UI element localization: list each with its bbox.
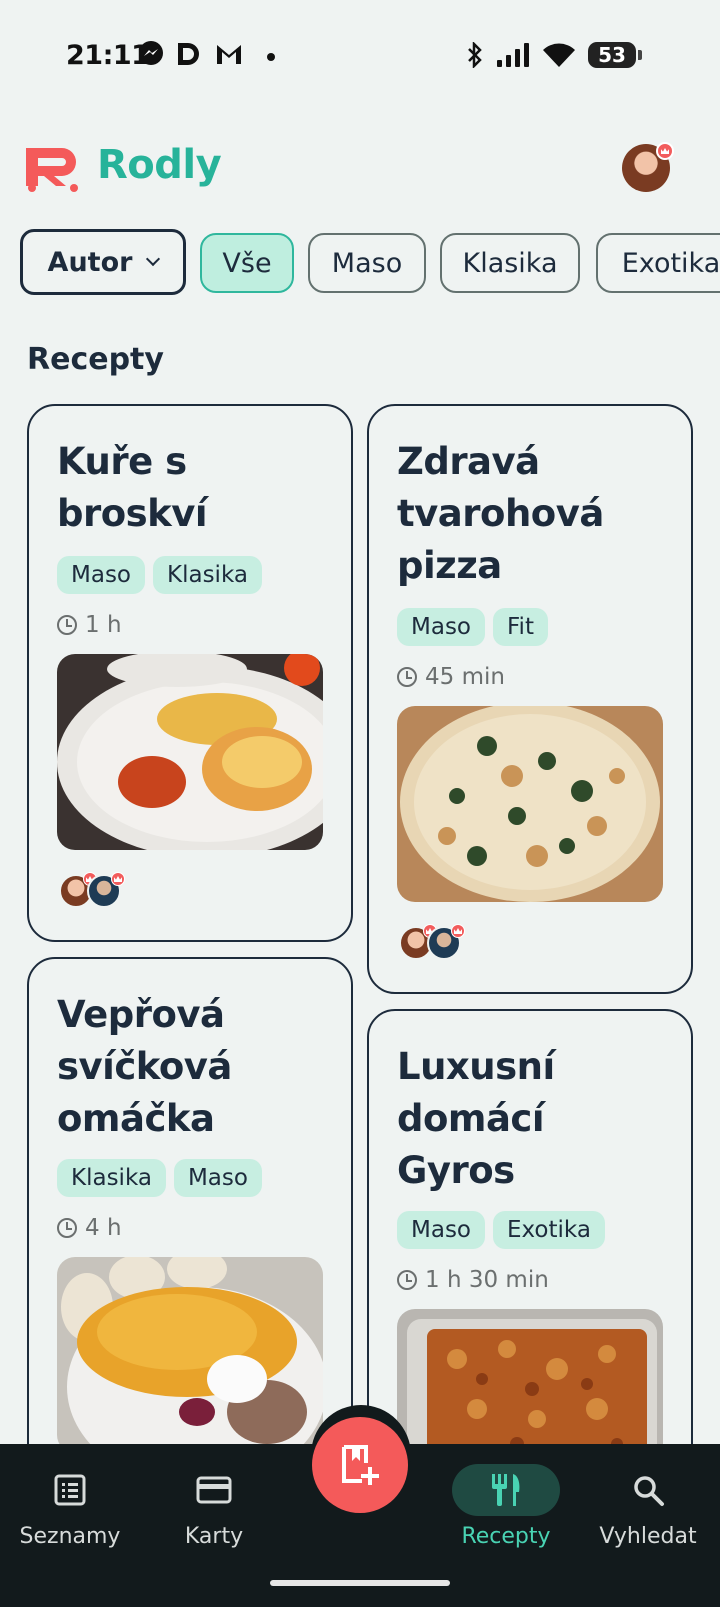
nav-active-indicator bbox=[452, 1464, 560, 1516]
recipe-time: 4 h bbox=[57, 1215, 122, 1241]
notification-dot-icon bbox=[267, 53, 275, 61]
filter-chip-maso[interactable]: Maso bbox=[308, 233, 426, 293]
author-filter-label: Autor bbox=[47, 246, 133, 278]
nav-label: Seznamy bbox=[19, 1524, 121, 1549]
section-title: Recepty bbox=[27, 342, 164, 377]
recipe-time: 1 h bbox=[57, 612, 122, 638]
gmail-icon bbox=[217, 45, 241, 64]
premium-crown-icon bbox=[451, 924, 465, 938]
premium-crown-icon bbox=[111, 872, 125, 886]
rodly-logo-icon bbox=[26, 148, 78, 192]
author-avatar bbox=[87, 872, 125, 908]
recipe-title: Vepřová svíčková omáčka bbox=[57, 993, 232, 1140]
recipe-tags: Klasika Maso bbox=[57, 1159, 262, 1197]
clock-icon bbox=[57, 615, 77, 635]
recipe-tag: Maso bbox=[173, 1159, 262, 1197]
nav-label: Recepty bbox=[461, 1524, 551, 1549]
clock-icon bbox=[397, 1270, 417, 1290]
recipe-title: Zdravá tvarohová pizza bbox=[397, 440, 604, 587]
nav-item-seznamy[interactable]: Seznamy bbox=[0, 1462, 140, 1549]
recipe-tags: Maso Exotika bbox=[397, 1211, 605, 1249]
recipe-time-label: 1 h bbox=[85, 612, 122, 638]
recipe-card[interactable]: Vepřová svíčková omáčka Klasika Maso 4 h bbox=[27, 957, 353, 1517]
recipe-title: Luxusní domácí Gyros bbox=[397, 1045, 555, 1192]
nav-item-vyhledat[interactable]: Vyhledat bbox=[578, 1462, 718, 1549]
recipe-tag: Fit bbox=[493, 608, 548, 646]
recipe-tag: Exotika bbox=[493, 1211, 605, 1249]
recipe-tags: Maso Klasika bbox=[57, 556, 262, 594]
recipe-photo bbox=[57, 1257, 323, 1453]
recipe-photo bbox=[57, 654, 323, 850]
d-app-icon bbox=[178, 43, 199, 65]
recipe-tag: Maso bbox=[397, 608, 485, 646]
recipe-tag: Maso bbox=[397, 1211, 485, 1249]
app-header: Rodly bbox=[26, 140, 674, 200]
recipe-time-label: 1 h 30 min bbox=[425, 1267, 549, 1293]
home-indicator[interactable] bbox=[270, 1580, 450, 1586]
clock-icon bbox=[397, 667, 417, 687]
recipe-title: Kuře s broskví bbox=[57, 440, 208, 535]
chevron-down-icon bbox=[146, 251, 161, 267]
filter-chip-vse[interactable]: Vše bbox=[200, 233, 294, 293]
nav-item-recepty[interactable]: Recepty bbox=[436, 1462, 576, 1549]
user-avatar[interactable] bbox=[622, 142, 674, 192]
clock-icon bbox=[57, 1218, 77, 1238]
recipe-time: 45 min bbox=[397, 664, 505, 690]
wifi-icon bbox=[543, 43, 575, 67]
add-recipe-icon bbox=[342, 1445, 379, 1485]
nav-item-karty[interactable]: Karty bbox=[144, 1462, 284, 1549]
list-icon bbox=[54, 1474, 86, 1506]
recipe-photo bbox=[397, 706, 663, 902]
author-filter-dropdown[interactable]: Autor bbox=[20, 229, 186, 295]
recipe-time-label: 4 h bbox=[85, 1215, 122, 1241]
utensils-icon bbox=[492, 1474, 520, 1506]
nav-label: Vyhledat bbox=[599, 1524, 697, 1549]
recipe-tag: Klasika bbox=[153, 556, 262, 594]
recipe-authors bbox=[399, 924, 469, 962]
author-avatar bbox=[427, 924, 465, 960]
filter-chip-exotika[interactable]: Exotika bbox=[596, 233, 720, 293]
filter-chip-klasika[interactable]: Klasika bbox=[440, 233, 580, 293]
signal-icon bbox=[497, 43, 529, 67]
add-recipe-button[interactable] bbox=[312, 1417, 408, 1513]
app-title: Rodly bbox=[97, 142, 222, 188]
recipe-tags: Maso Fit bbox=[397, 608, 548, 646]
recipe-tag: Maso bbox=[57, 556, 145, 594]
recipe-card[interactable]: Zdravá tvarohová pizza Maso Fit 45 min bbox=[367, 404, 693, 994]
card-icon bbox=[196, 1476, 232, 1504]
bluetooth-icon bbox=[468, 42, 482, 68]
messenger-icon bbox=[139, 41, 163, 65]
filter-bar: Autor Vše Maso Klasika Exotika bbox=[20, 229, 720, 295]
status-bar: 21:11 53 bbox=[0, 0, 720, 115]
recipe-card[interactable]: Luxusní domácí Gyros Maso Exotika 1 h 30… bbox=[367, 1009, 693, 1519]
premium-crown-icon bbox=[656, 142, 674, 160]
recipe-time: 1 h 30 min bbox=[397, 1267, 549, 1293]
recipe-time-label: 45 min bbox=[425, 664, 505, 690]
battery-indicator: 53 bbox=[588, 42, 642, 68]
recipe-card[interactable]: Kuře s broskví Maso Klasika 1 h bbox=[27, 404, 353, 942]
status-time: 21:11 bbox=[66, 40, 150, 71]
search-icon bbox=[634, 1476, 664, 1506]
nav-label: Karty bbox=[184, 1524, 244, 1549]
recipe-tag: Klasika bbox=[57, 1159, 166, 1197]
recipe-authors bbox=[59, 872, 129, 910]
